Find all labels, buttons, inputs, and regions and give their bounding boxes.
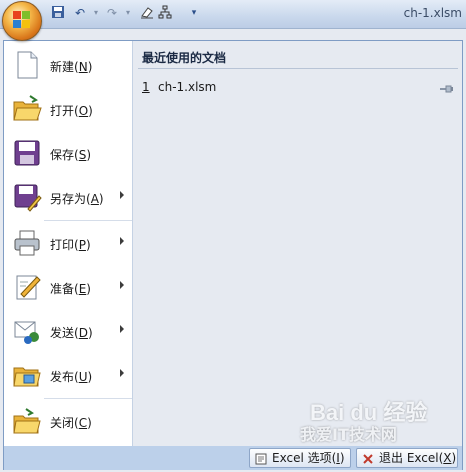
recent-item-number: 1 [142,80,150,94]
menu-item-save-as[interactable]: 另存为(A) [4,176,132,218]
office-button[interactable] [2,1,42,41]
menu-label: 关闭(C) [50,416,92,430]
recent-document-item[interactable]: 1 ch-1.xlsm [142,79,456,97]
menu-label: 发布(U) [50,370,93,384]
recent-documents-title: 最近使用的文档 [142,51,227,65]
submenu-arrow-icon [120,191,124,199]
menu-label: 准备(E) [50,282,91,296]
menu-item-new[interactable]: 新建(N) [4,44,132,86]
button-label: 退出 Excel(X) [379,451,457,465]
printer-icon [12,228,42,258]
excel-options-button[interactable]: Excel 选项(I) [249,448,351,468]
customize-dropdown-icon[interactable]: ▾ [186,5,202,21]
open-folder-icon [12,94,42,124]
menu-label: 发送(D) [50,326,93,340]
menu-label: 打开(O) [50,104,93,118]
diagram-icon[interactable] [157,5,173,21]
pin-icon[interactable] [440,82,454,93]
menu-item-send[interactable]: 发送(D) [4,310,132,352]
menu-label: 另存为(A) [50,192,104,206]
title-bar: ↶ ▾ ↷ ▾ ▾ ch-1.xlsm [0,0,466,29]
submenu-arrow-icon [120,369,124,377]
clear-icon[interactable] [139,5,155,21]
divider [138,68,458,69]
menu-item-prepare[interactable]: 准备(E) [4,266,132,308]
send-icon [12,316,42,346]
exit-x-icon [362,452,374,464]
submenu-arrow-icon [120,325,124,333]
exit-excel-button[interactable]: 退出 Excel(X) [356,448,458,468]
menu-item-print[interactable]: 打印(P) [4,222,132,264]
undo-icon[interactable]: ↶ [72,5,88,21]
new-document-icon [12,50,42,80]
window-title: ch-1.xlsm [403,6,462,20]
office-logo-icon [13,11,31,29]
button-label: Excel 选项(I) [272,451,345,465]
save-disk-icon [12,138,42,168]
menu-separator [44,220,132,221]
prepare-icon [12,272,42,302]
submenu-arrow-icon [120,281,124,289]
menu-item-open[interactable]: 打开(O) [4,88,132,130]
menu-label: 保存(S) [50,148,92,162]
menu-item-close[interactable]: 关闭(C) [4,400,132,442]
office-menu: 新建(N) 打开(O) 保存(S) 另存为(A) 打印(P) 准备(E) 发送(… [4,41,133,446]
options-document-icon [255,452,267,465]
save-as-icon [12,182,42,212]
save-icon[interactable] [50,5,66,21]
submenu-arrow-icon [120,237,124,245]
menu-footer: Excel 选项(I) 退出 Excel(X) [4,446,462,470]
redo-icon[interactable]: ↷ [104,5,120,21]
menu-item-publish[interactable]: 发布(U) [4,354,132,396]
publish-folder-icon [12,360,42,390]
menu-separator [44,398,132,399]
close-folder-icon [12,406,42,436]
undo-dropdown-icon[interactable]: ▾ [88,5,104,21]
recent-documents-panel: 最近使用的文档 1 ch-1.xlsm [133,41,462,446]
redo-dropdown-icon[interactable]: ▾ [120,5,136,21]
menu-label: 新建(N) [50,60,93,74]
recent-item-name: ch-1.xlsm [158,80,217,94]
menu-item-save[interactable]: 保存(S) [4,132,132,174]
menu-label: 打印(P) [50,238,91,252]
